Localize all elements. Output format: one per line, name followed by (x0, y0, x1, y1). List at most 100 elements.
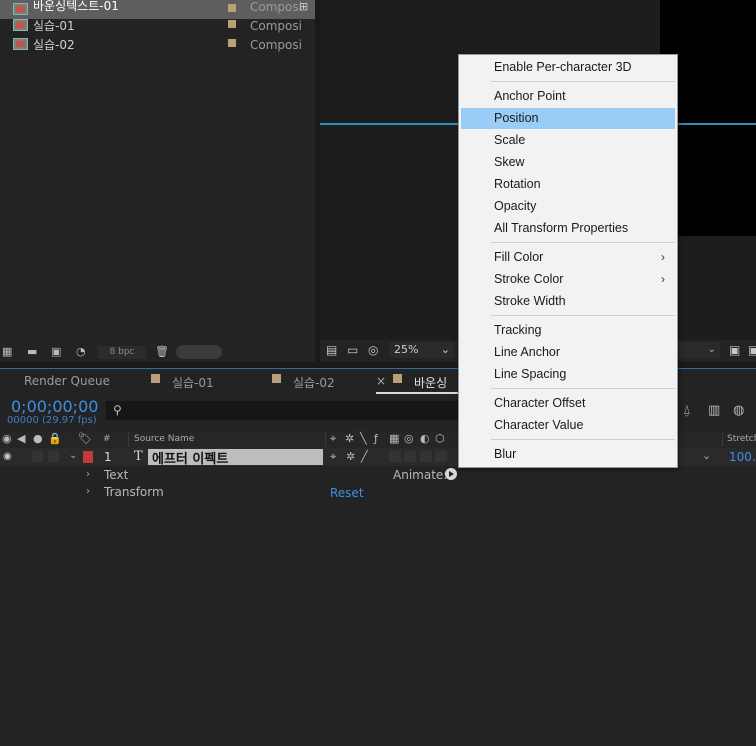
menu-item-enable-per-character-3d[interactable]: Enable Per-character 3D (461, 57, 675, 78)
label-swatch[interactable] (228, 20, 236, 28)
project-item-name: 실습-02 (33, 38, 75, 52)
frame-blend-icon[interactable]: ▦ (389, 433, 399, 444)
new-composition-icon[interactable]: ▣ (51, 346, 65, 357)
switch-cell[interactable] (435, 451, 447, 462)
stretch-value[interactable]: 100.0 (729, 450, 756, 464)
label-swatch (393, 374, 402, 383)
switch-cell[interactable] (420, 451, 432, 462)
tab-render-queue[interactable]: Render Queue (24, 374, 110, 388)
solo-toggle[interactable] (32, 451, 43, 462)
lock-icon[interactable]: 🔒 (48, 433, 62, 444)
shy-switch-icon[interactable]: ⌖ (330, 450, 336, 464)
menu-item-tracking[interactable]: Tracking (461, 320, 675, 341)
menu-item-blur[interactable]: Blur (461, 444, 675, 465)
lock-toggle[interactable] (48, 451, 59, 462)
menu-item-label: Character Value (494, 418, 584, 432)
source-name-header[interactable]: Source Name (134, 434, 194, 444)
tab-practice-02[interactable]: 실습-02 (293, 374, 335, 391)
menu-item-character-offset[interactable]: Character Offset (461, 393, 675, 414)
column-divider[interactable] (722, 432, 723, 447)
menu-item-scale[interactable]: Scale (461, 130, 675, 151)
menu-item-label: Tracking (494, 323, 542, 337)
bit-depth-button[interactable]: 8 bpc (98, 346, 146, 359)
tab-practice-01[interactable]: 실습-01 (172, 374, 214, 391)
label-tag-icon[interactable]: 🏷 (78, 433, 92, 444)
mask-visibility-icon[interactable]: ◎ (368, 344, 378, 356)
menu-item-skew[interactable]: Skew (461, 152, 675, 173)
label-swatch[interactable] (228, 39, 236, 47)
toggle-transparency-icon[interactable]: ▣ (729, 344, 740, 356)
menu-item-opacity[interactable]: Opacity (461, 196, 675, 217)
menu-item-line-spacing[interactable]: Line Spacing (461, 364, 675, 385)
property-group-row[interactable]: › Text (0, 467, 756, 484)
menu-item-label: Stroke Color (494, 272, 564, 286)
reset-link[interactable]: Reset (330, 486, 364, 500)
chevron-down-icon[interactable]: ⌄ (702, 449, 711, 462)
interpret-footage-icon[interactable]: ▦ (2, 346, 16, 357)
chevron-down-icon: ⌄ (707, 344, 716, 355)
menu-item-fill-color[interactable]: Fill Color › (461, 247, 675, 268)
property-group-label: Transform (104, 485, 164, 499)
quality-icon[interactable]: ╲ (360, 433, 367, 444)
draft-3d-icon[interactable]: ⍙ (683, 403, 691, 418)
menu-item-position[interactable]: Position (461, 108, 675, 129)
quality-switch-icon[interactable]: ╱ (361, 450, 368, 463)
menu-item-stroke-color[interactable]: Stroke Color › (461, 269, 675, 290)
monitor-icon[interactable]: ▭ (347, 344, 358, 356)
solo-icon[interactable]: ● (33, 433, 43, 444)
menu-separator (491, 242, 675, 243)
menu-item-rotation[interactable]: Rotation (461, 174, 675, 195)
chevron-right-icon[interactable]: › (86, 486, 90, 497)
project-item[interactable]: 실습-01 Composi (0, 16, 315, 35)
effects-icon[interactable]: ƒ (374, 433, 378, 444)
switch-cell[interactable] (389, 451, 401, 462)
column-divider[interactable] (325, 432, 326, 447)
shy-icon[interactable]: ⌖ (330, 433, 336, 444)
column-divider[interactable] (128, 432, 129, 447)
frame-blending-icon[interactable]: ▥ (708, 403, 720, 418)
layer-number-header[interactable]: # (103, 434, 111, 444)
zoom-select[interactable]: 25% ⌄ (389, 342, 454, 358)
close-tab-icon[interactable]: × (376, 374, 386, 388)
flowchart-icon[interactable]: ⊞ (299, 0, 308, 13)
viewer-dropdown[interactable]: ⌄ (678, 342, 720, 358)
menu-item-character-value[interactable]: Character Value (461, 415, 675, 436)
tab-bouncing-text[interactable]: 바운싱 (414, 374, 447, 391)
3d-layer-icon[interactable]: ⬡ (435, 433, 445, 444)
layer-search-input[interactable] (106, 401, 458, 420)
thumbnail-slider[interactable] (176, 345, 222, 359)
eye-icon[interactable]: ◉ (3, 451, 12, 462)
switch-cell[interactable] (404, 451, 416, 462)
3d-view-icon[interactable]: ▣ (748, 344, 756, 356)
chevron-down-icon[interactable]: ⌄ (69, 450, 77, 461)
layer-label-color[interactable] (83, 451, 93, 463)
collapse-switch-icon[interactable]: ✲ (346, 450, 355, 463)
collapse-icon[interactable]: ✲ (345, 433, 354, 444)
menu-item-label: Stroke Width (494, 294, 566, 308)
menu-item-stroke-width[interactable]: Stroke Width (461, 291, 675, 312)
video-visibility-icon[interactable]: ◉ (2, 433, 12, 444)
adjustment-layer-icon[interactable]: ◐ (420, 433, 430, 444)
project-item-type: Composi (250, 0, 302, 14)
menu-item-line-anchor[interactable]: Line Anchor (461, 342, 675, 363)
stretch-header[interactable]: Stretch (727, 434, 756, 444)
menu-item-anchor-point[interactable]: Anchor Point (461, 86, 675, 107)
animate-button[interactable] (445, 468, 457, 480)
motion-blur-switch-icon[interactable]: ◎ (404, 433, 414, 444)
menu-item-label: Skew (494, 155, 525, 169)
label-swatch[interactable] (228, 4, 236, 12)
trash-icon[interactable]: 🗑 (155, 346, 169, 357)
audio-icon[interactable]: ◀ (17, 433, 25, 444)
project-item[interactable]: 실습-02 Composi (0, 35, 315, 54)
chevron-right-icon[interactable]: › (86, 469, 90, 480)
current-time-display[interactable]: 0;00;00;00 (11, 397, 98, 416)
project-item-type: Composi (250, 19, 302, 33)
adjust-project-settings-icon[interactable]: ◔ (76, 346, 90, 357)
chevron-right-icon: › (661, 272, 665, 286)
always-preview-icon[interactable]: ▤ (326, 344, 337, 356)
motion-blur-icon[interactable]: ◍ (733, 403, 744, 418)
menu-item-all-transform-properties[interactable]: All Transform Properties (461, 218, 675, 239)
new-folder-icon[interactable]: ▬ (27, 346, 41, 357)
property-group-row[interactable]: › Transform (0, 484, 756, 501)
menu-separator (491, 388, 675, 389)
